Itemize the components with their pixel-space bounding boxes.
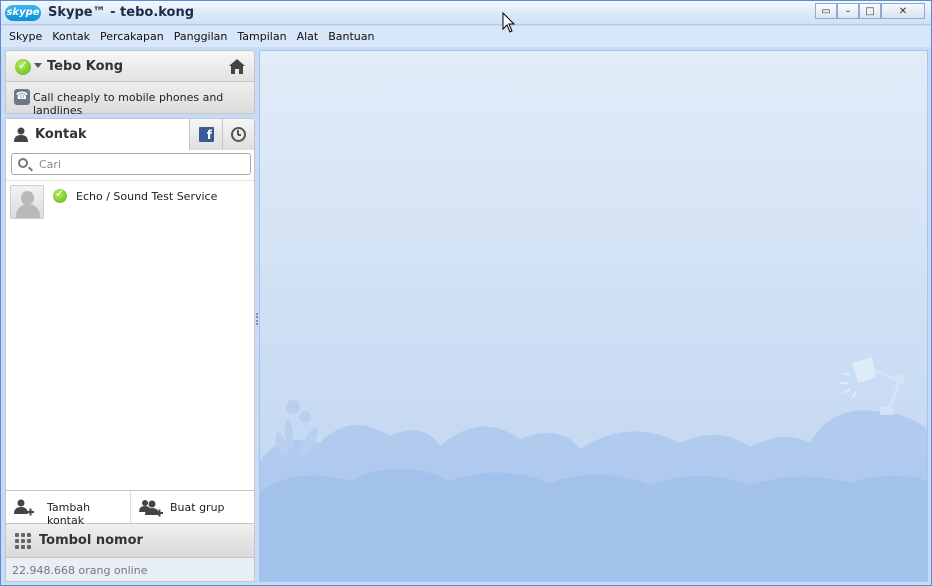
menu-bar: Skype Kontak Percakapan Panggilan Tampil…: [1, 26, 931, 47]
avatar: [10, 185, 44, 219]
profile-name[interactable]: Tebo Kong: [47, 59, 123, 74]
menu-percakapan[interactable]: Percakapan: [100, 30, 164, 43]
window-title: Skype™ - tebo.kong: [48, 5, 195, 20]
restore-button[interactable]: ▭: [815, 3, 837, 19]
menu-tampilan[interactable]: Tampilan: [237, 30, 286, 43]
dialpad-icon: [15, 533, 31, 549]
dialpad-button[interactable]: Tombol nomor: [5, 524, 255, 558]
search-box[interactable]: [11, 153, 251, 175]
phone-icon: ☎: [14, 89, 30, 105]
online-status-icon[interactable]: [15, 58, 31, 75]
promo-text[interactable]: Call cheaply to mobile phones and landli…: [33, 91, 254, 117]
dialpad-label: Tombol nomor: [39, 533, 143, 548]
menu-bantuan[interactable]: Bantuan: [328, 30, 374, 43]
contact-list-area: Echo / Sound Test Service: [5, 150, 255, 490]
add-contact-button[interactable]: Tambah kontak: [6, 491, 131, 527]
skype-logo: skype: [5, 5, 41, 21]
contacts-tabs: Kontak f: [5, 118, 255, 151]
minimize-button[interactable]: –: [837, 3, 859, 19]
add-contact-icon: [14, 499, 34, 516]
status-dropdown-icon[interactable]: [34, 63, 42, 68]
title-bar[interactable]: skype Skype™ - tebo.kong ▭ – □ ✕: [1, 1, 931, 25]
call-promo-banner[interactable]: ☎ Call cheaply to mobile phones and land…: [5, 82, 255, 117]
tab-facebook[interactable]: f: [189, 119, 222, 150]
clock-icon: [231, 127, 246, 142]
main-content-area: [259, 50, 928, 582]
contact-name: Echo / Sound Test Service: [76, 190, 218, 203]
search-input[interactable]: [39, 156, 239, 172]
window-controls: ▭ – □ ✕: [815, 3, 925, 21]
tab-contacts[interactable]: Kontak: [6, 119, 189, 150]
left-panel: Tebo Kong ☎ Call cheaply to mobile phone…: [5, 50, 255, 582]
facebook-icon: f: [199, 127, 214, 142]
menu-panggilan[interactable]: Panggilan: [174, 30, 228, 43]
search-icon: [18, 158, 28, 168]
online-count: 22.948.668 orang online: [5, 558, 255, 582]
home-icon[interactable]: [228, 58, 246, 75]
maximize-button[interactable]: □: [859, 3, 881, 19]
create-group-label: Buat grup: [170, 501, 225, 514]
divider: [6, 180, 254, 181]
profile-bar[interactable]: Tebo Kong: [5, 50, 255, 82]
background-illustration: [260, 357, 927, 581]
contact-item[interactable]: Echo / Sound Test Service: [9, 184, 253, 220]
splitter-grip-icon[interactable]: [256, 313, 258, 325]
contact-online-icon: [53, 187, 67, 203]
close-button[interactable]: ✕: [881, 3, 925, 19]
menu-kontak[interactable]: Kontak: [52, 30, 90, 43]
create-group-icon: [139, 500, 163, 517]
person-icon: [14, 127, 28, 142]
create-group-button[interactable]: Buat grup: [131, 491, 254, 523]
menu-skype[interactable]: Skype: [9, 30, 42, 43]
tab-recent[interactable]: [222, 119, 254, 150]
contact-actions: Tambah kontak Buat grup: [5, 490, 255, 527]
mouse-cursor-icon: [502, 12, 516, 33]
tab-contacts-label: Kontak: [35, 127, 87, 142]
menu-alat[interactable]: Alat: [297, 30, 319, 43]
